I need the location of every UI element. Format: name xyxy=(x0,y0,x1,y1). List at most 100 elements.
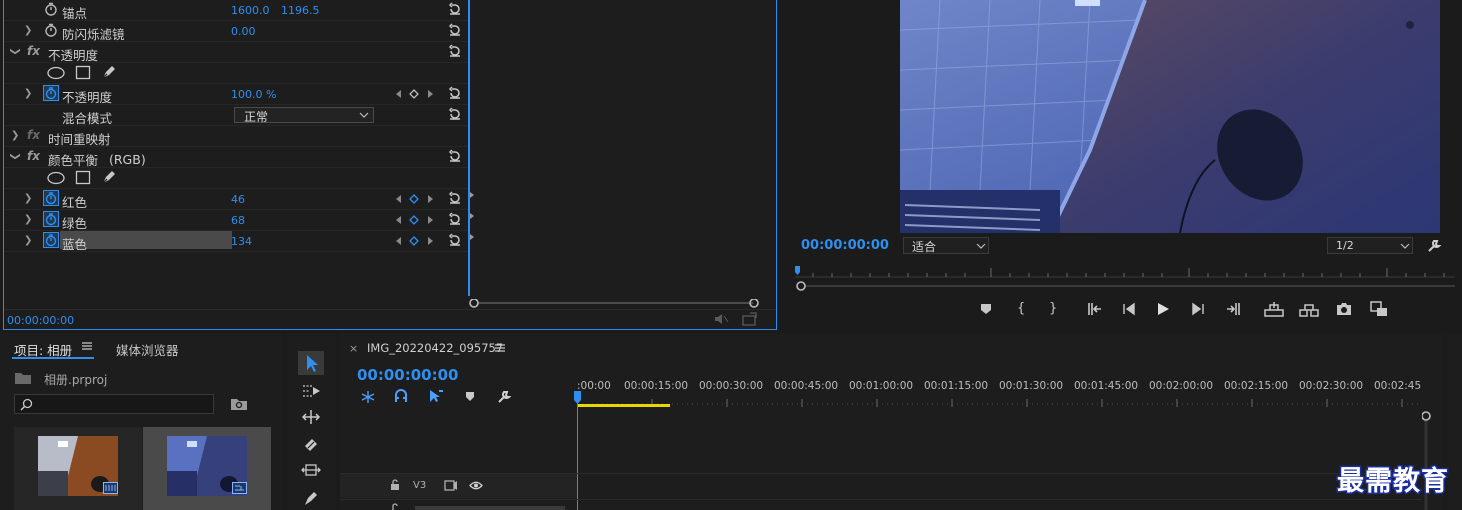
stopwatch-active-icon[interactable] xyxy=(43,190,59,206)
search-input[interactable] xyxy=(14,394,214,414)
play-audio-icon[interactable] xyxy=(714,313,730,325)
chevron-right-icon[interactable]: ❯ xyxy=(24,235,32,246)
lock-icon[interactable] xyxy=(390,479,400,491)
reset-icon[interactable] xyxy=(448,149,462,163)
lock-icon[interactable] xyxy=(390,503,400,510)
pen-mask-icon[interactable] xyxy=(101,64,117,80)
chevron-right-icon[interactable]: ❯ xyxy=(24,193,32,204)
go-to-out-icon[interactable] xyxy=(1225,302,1241,316)
reset-icon[interactable] xyxy=(448,191,462,205)
snap-icon[interactable] xyxy=(394,389,408,403)
opacity-value[interactable]: 100.0 % xyxy=(231,88,276,101)
timeline-playhead-handle[interactable] xyxy=(574,391,582,405)
add-keyframe-icon[interactable] xyxy=(409,89,419,99)
effects-timecode[interactable]: 00:00:00:00 xyxy=(7,314,74,327)
program-ruler[interactable] xyxy=(795,264,1455,294)
blue-value[interactable]: 134 xyxy=(231,235,252,248)
panel-menu-icon[interactable] xyxy=(495,343,505,353)
reset-icon[interactable] xyxy=(448,44,462,58)
reset-icon[interactable] xyxy=(448,2,462,16)
add-keyframe-icon[interactable] xyxy=(409,194,419,204)
lift-icon[interactable] xyxy=(1264,301,1284,317)
go-to-in-icon[interactable] xyxy=(1087,302,1103,316)
sequence-tab[interactable]: IMG_20220422_095757 xyxy=(367,341,503,355)
fit-dropdown[interactable]: 适合 xyxy=(903,237,989,254)
chevron-right-icon[interactable]: ❯ xyxy=(24,88,32,99)
anchor-y-value[interactable]: 1196.5 xyxy=(281,4,320,17)
prev-keyframe-icon[interactable] xyxy=(394,194,402,204)
timeline-timecode[interactable]: 00:00:00:00 xyxy=(357,366,459,384)
ellipse-mask-icon[interactable] xyxy=(46,171,66,185)
selection-tool[interactable] xyxy=(298,351,324,375)
video-frame[interactable] xyxy=(900,0,1440,233)
chevron-down-icon[interactable]: ❯ xyxy=(10,47,21,55)
ripple-edit-tool-icon[interactable] xyxy=(301,409,321,425)
mark-out-icon[interactable]: } xyxy=(1049,301,1057,316)
time-remap-row[interactable]: ❯ fx 时间重映射 xyxy=(4,126,468,147)
next-keyframe-icon[interactable] xyxy=(427,194,435,204)
prev-keyframe-icon[interactable] xyxy=(394,215,402,225)
close-icon[interactable]: × xyxy=(349,342,358,355)
red-value[interactable]: 46 xyxy=(231,193,245,206)
blend-mode-dropdown[interactable]: 正常 xyxy=(234,107,374,124)
add-marker-icon[interactable] xyxy=(465,391,475,402)
reset-icon[interactable] xyxy=(448,107,462,121)
stopwatch-active-icon[interactable] xyxy=(43,211,59,227)
program-timecode[interactable]: 00:00:00:00 xyxy=(801,238,889,253)
linked-selection-icon[interactable] xyxy=(428,389,444,403)
step-back-icon[interactable] xyxy=(1122,302,1136,316)
stopwatch-active-icon[interactable] xyxy=(43,232,59,248)
prev-keyframe-icon[interactable] xyxy=(394,89,402,99)
extract-icon[interactable] xyxy=(1299,301,1319,317)
anti-flicker-value[interactable]: 0.00 xyxy=(231,25,256,38)
resolution-dropdown[interactable]: 1/2 xyxy=(1327,237,1413,254)
track-select-tool-icon[interactable] xyxy=(301,383,321,399)
reset-icon[interactable] xyxy=(448,212,462,226)
effects-zoom-scrollbar[interactable] xyxy=(468,299,763,308)
ellipse-mask-icon[interactable] xyxy=(46,66,66,80)
work-area-bar[interactable] xyxy=(577,404,670,407)
reset-icon[interactable] xyxy=(448,233,462,247)
wrench-icon[interactable] xyxy=(496,389,512,405)
add-marker-icon[interactable] xyxy=(980,303,992,315)
next-keyframe-icon[interactable] xyxy=(427,215,435,225)
rectangle-mask-icon[interactable] xyxy=(75,170,91,185)
stopwatch-active-icon[interactable] xyxy=(43,85,59,101)
chevron-right-icon[interactable]: ❯ xyxy=(24,25,32,36)
export-frame-icon[interactable] xyxy=(742,312,758,326)
wrench-icon[interactable] xyxy=(1426,238,1442,254)
step-forward-icon[interactable] xyxy=(1191,302,1205,316)
add-keyframe-icon[interactable] xyxy=(409,236,419,246)
green-value[interactable]: 68 xyxy=(231,214,245,227)
rectangle-mask-icon[interactable] xyxy=(75,65,91,80)
mark-in-icon[interactable]: { xyxy=(1017,301,1025,316)
prev-keyframe-icon[interactable] xyxy=(394,236,402,246)
reset-icon[interactable] xyxy=(448,23,462,37)
media-thumbnail[interactable] xyxy=(14,427,142,510)
eye-icon[interactable] xyxy=(469,480,483,491)
nest-icon[interactable] xyxy=(360,390,376,404)
pen-mask-icon[interactable] xyxy=(101,169,117,185)
add-keyframe-icon[interactable] xyxy=(409,215,419,225)
opacity-group-row[interactable]: ❯ fx 不透明度 xyxy=(4,42,468,63)
panel-menu-icon[interactable] xyxy=(82,341,92,351)
play-icon[interactable] xyxy=(1156,301,1170,317)
stopwatch-icon[interactable] xyxy=(44,23,58,37)
stopwatch-icon[interactable] xyxy=(44,2,58,16)
next-keyframe-icon[interactable] xyxy=(427,236,435,246)
chevron-right-icon[interactable]: ❯ xyxy=(11,130,19,141)
pen-tool-icon[interactable] xyxy=(302,489,320,507)
comparison-view-icon[interactable] xyxy=(1370,301,1388,317)
slip-tool-icon[interactable] xyxy=(301,462,321,478)
toggle-sync-lock-icon[interactable] xyxy=(444,480,458,491)
reset-icon[interactable] xyxy=(448,86,462,100)
anchor-x-value[interactable]: 1600.0 xyxy=(231,4,270,17)
media-thumbnail-selected[interactable] xyxy=(143,427,271,510)
razor-tool-icon[interactable] xyxy=(302,436,320,454)
timeline-ruler[interactable]: :00:00 00:00:15:00 00:00:30:00 00:00:45:… xyxy=(577,333,1422,413)
next-keyframe-icon[interactable] xyxy=(427,89,435,99)
color-balance-row[interactable]: ❯ fx 颜色平衡 (RGB) xyxy=(4,147,468,168)
chevron-right-icon[interactable]: ❯ xyxy=(24,214,32,225)
export-frame-icon[interactable] xyxy=(1336,302,1352,316)
chevron-down-icon[interactable]: ❯ xyxy=(10,152,21,160)
